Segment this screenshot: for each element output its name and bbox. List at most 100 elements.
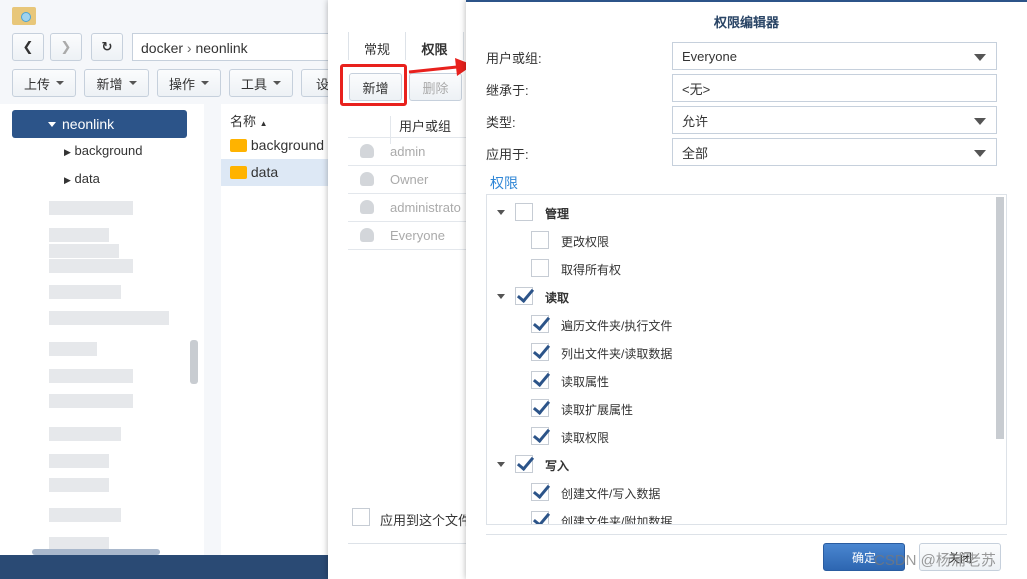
permission-label: 写入 [545,459,570,473]
create-button[interactable]: 新增 [84,69,149,97]
table-row[interactable]: administrato [348,194,470,222]
field-select[interactable]: 全部 [672,138,997,166]
permission-checkbox[interactable] [531,427,549,445]
tree-item-neonlink[interactable]: neonlink [12,110,187,138]
permission-checkbox[interactable] [531,343,549,361]
chevron-right-icon: › [186,40,192,56]
caret-right-icon: ▶ [64,175,71,185]
user-name: Everyone [390,228,445,243]
permission-checkbox[interactable] [515,455,533,473]
file-name: background [250,137,325,153]
field-label: 应用于: [486,147,529,162]
permission-label: 读取 [545,291,570,305]
file-station-icon [12,7,36,25]
expand-caret-icon[interactable] [497,294,505,299]
permission-item[interactable]: 创建文件/写入数据 [487,478,994,506]
divider [486,534,1007,535]
file-row[interactable]: background [221,132,330,159]
permission-checkbox[interactable] [515,287,533,305]
permission-item[interactable]: 管理 [487,198,994,226]
group-icon [360,172,374,186]
permission-label: 管理 [545,207,570,221]
path-segment[interactable]: docker [141,40,183,56]
refresh-button[interactable]: ↻ [91,33,123,61]
permission-item[interactable]: 读取属性 [487,366,994,394]
permission-item[interactable]: 读取扩展属性 [487,394,994,422]
path-segment[interactable]: neonlink [195,40,247,56]
path-bar[interactable]: docker › neonlink [132,33,342,61]
permission-item[interactable]: 读取权限 [487,422,994,450]
field-select[interactable]: 允许 [672,106,997,134]
forward-button[interactable]: ❯ [50,33,82,61]
permission-checkbox[interactable] [531,483,549,501]
permission-item[interactable]: 更改权限 [487,226,994,254]
group-icon [360,228,374,242]
file-row[interactable]: data [221,159,330,186]
column-header-name[interactable]: 名称 ▲ [230,111,268,130]
table-row[interactable]: Everyone [348,222,470,250]
permission-checkbox[interactable] [531,231,549,249]
header-label: 名称 [230,114,257,129]
permission-checkbox[interactable] [531,399,549,417]
tree-item-data[interactable]: ▶ data [64,171,100,186]
permission-label: 更改权限 [561,235,610,249]
field-label: 继承于: [486,83,529,98]
permission-checkbox[interactable] [531,511,549,524]
taskbar-item[interactable] [32,549,160,555]
user-icon [360,144,374,158]
action-button[interactable]: 操作 [157,69,221,97]
field-label: 类型: [486,115,516,130]
permission-item[interactable]: 列出文件夹/读取数据 [487,338,994,366]
caret-down-icon [56,81,64,85]
permission-checkbox[interactable] [531,259,549,277]
tools-label: 工具 [240,76,267,92]
back-button[interactable]: ❮ [12,33,44,61]
tree-item-label: neonlink [62,116,115,132]
folder-icon [230,166,247,179]
watermark: CSDN @杨浦老苏 [874,552,996,569]
user-name: Owner [390,172,429,187]
table-row[interactable]: Owner [348,166,470,194]
permission-label: 取得所有权 [561,263,622,277]
upload-button[interactable]: 上传 [12,69,76,97]
caret-right-icon: ▶ [64,147,71,157]
permission-item[interactable]: 取得所有权 [487,254,994,282]
expand-caret-icon[interactable] [497,210,505,215]
tree-item-label: background [74,143,143,158]
apply-checkbox[interactable] [352,508,370,526]
permission-checkbox[interactable] [515,203,533,221]
folder-icon [230,139,247,152]
user-name: administrato [390,200,461,215]
create-label: 新增 [96,76,123,92]
tree-item-background[interactable]: ▶ background [64,143,143,158]
field-value: 全部 [682,145,709,161]
dialog-title: 权限编辑器 [713,15,779,30]
permission-list: 管理更改权限取得所有权读取遍历文件夹/执行文件列出文件夹/读取数据 读取属性读取扩… [487,198,994,524]
permission-item[interactable]: 写入 [487,450,994,478]
permission-label: 遍历文件夹/执行文件 [561,319,673,333]
tree-scrollbar[interactable] [190,340,198,384]
permission-tree: 管理更改权限取得所有权读取遍历文件夹/执行文件列出文件夹/读取数据 读取属性读取扩… [486,194,1007,525]
permission-item[interactable]: 遍历文件夹/执行文件 [487,310,994,338]
tools-button[interactable]: 工具 [229,69,293,97]
tab-label: 常规 [363,42,390,57]
field-value: 允许 [682,113,709,129]
tab-general[interactable]: 常规 [348,32,406,60]
permission-checkbox[interactable] [531,371,549,389]
permission-item[interactable]: 读取 [487,282,994,310]
field-value: <无> [682,81,711,97]
action-label: 操作 [168,76,195,92]
permission-label: 读取扩展属性 [561,403,634,417]
table-row[interactable]: admin [348,138,470,166]
permission-checkbox[interactable] [531,315,549,333]
caret-down-icon [201,81,209,85]
expand-caret-icon[interactable] [497,462,505,467]
permission-scrollbar[interactable] [996,197,1004,439]
field-input[interactable]: <无> [672,74,997,102]
delete-label: 删除 [422,80,449,96]
field-value: Everyone [682,48,737,64]
field-select[interactable]: Everyone [672,42,997,70]
file-list: 名称 ▲ background data [221,104,330,555]
permission-item[interactable]: 创建文件夹/附加数据 [487,506,994,524]
annotation-arrow [408,58,473,76]
